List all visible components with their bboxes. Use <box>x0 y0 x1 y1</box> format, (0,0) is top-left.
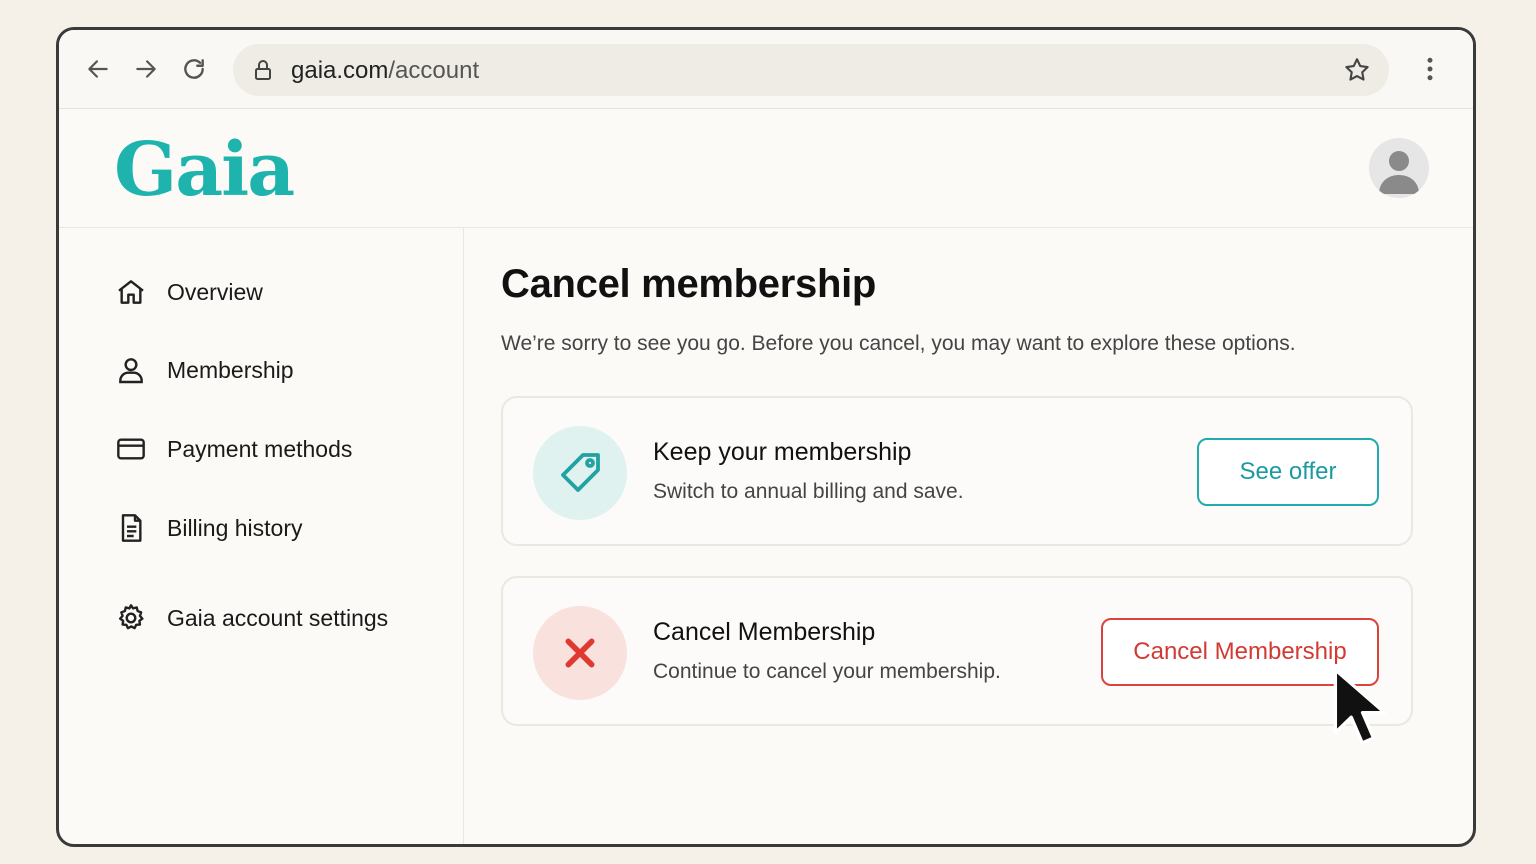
sidebar-item-account-settings[interactable]: Gaia account settings <box>115 598 388 638</box>
x-icon <box>565 638 595 668</box>
avatar[interactable] <box>1369 138 1429 198</box>
browser-toolbar: gaia.com/account <box>59 30 1473 109</box>
page-subtitle: We’re sorry to see you go. Before you ca… <box>501 332 1296 355</box>
kebab-menu-icon[interactable] <box>1415 54 1445 84</box>
site-header: Gaia <box>59 109 1473 228</box>
home-icon <box>118 280 144 304</box>
star-icon[interactable] <box>1343 56 1371 84</box>
sidebar-item-label: Membership <box>167 356 294 383</box>
offer-card: Keep your membership Switch to annual bi… <box>501 396 1413 546</box>
url-text: gaia.com/account <box>291 57 479 85</box>
main-content: Cancel membership We’re sorry to see you… <box>501 228 1473 844</box>
url-path: /account <box>388 57 480 84</box>
sidebar-item-billing-history[interactable]: Billing history <box>115 508 303 548</box>
offer-card-title: Keep your membership <box>653 438 912 466</box>
tag-icon <box>561 453 600 492</box>
forward-icon[interactable] <box>131 54 161 84</box>
sidebar: Overview Membership Payment methods Bill… <box>59 228 464 844</box>
offer-icon-circle <box>533 426 627 520</box>
cancel-icon-circle <box>533 606 627 700</box>
document-icon <box>121 514 142 542</box>
reload-icon[interactable] <box>179 54 209 84</box>
sidebar-item-overview[interactable]: Overview <box>115 272 263 312</box>
sidebar-item-label: Gaia account settings <box>167 604 389 631</box>
credit-card-icon <box>117 438 145 460</box>
sidebar-item-payment-methods[interactable]: Payment methods <box>115 429 352 469</box>
user-avatar-icon <box>1379 151 1419 194</box>
browser-window: gaia.com/account Gaia Overview Membershi… <box>56 27 1476 847</box>
gear-icon <box>119 604 144 630</box>
cancel-card-description: Continue to cancel your membership. <box>653 660 1001 683</box>
offer-card-description: Switch to annual billing and save. <box>653 480 964 503</box>
url-host: gaia.com <box>291 57 389 84</box>
address-bar[interactable]: gaia.com/account <box>233 44 1389 96</box>
page-title: Cancel membership <box>501 262 877 306</box>
sidebar-item-label: Billing history <box>167 514 303 541</box>
cancel-card-title: Cancel Membership <box>653 618 876 646</box>
back-icon[interactable] <box>83 54 113 84</box>
user-icon <box>119 358 143 384</box>
sidebar-item-membership[interactable]: Membership <box>115 350 294 390</box>
gaia-logo[interactable]: Gaia <box>114 127 295 213</box>
lock-icon <box>255 60 271 80</box>
mouse-cursor-icon <box>1333 668 1387 745</box>
sidebar-item-label: Overview <box>167 278 263 305</box>
sidebar-item-label: Payment methods <box>167 435 353 462</box>
see-offer-button[interactable]: See offer <box>1197 438 1379 506</box>
cancel-card: Cancel Membership Continue to cancel you… <box>501 576 1413 726</box>
